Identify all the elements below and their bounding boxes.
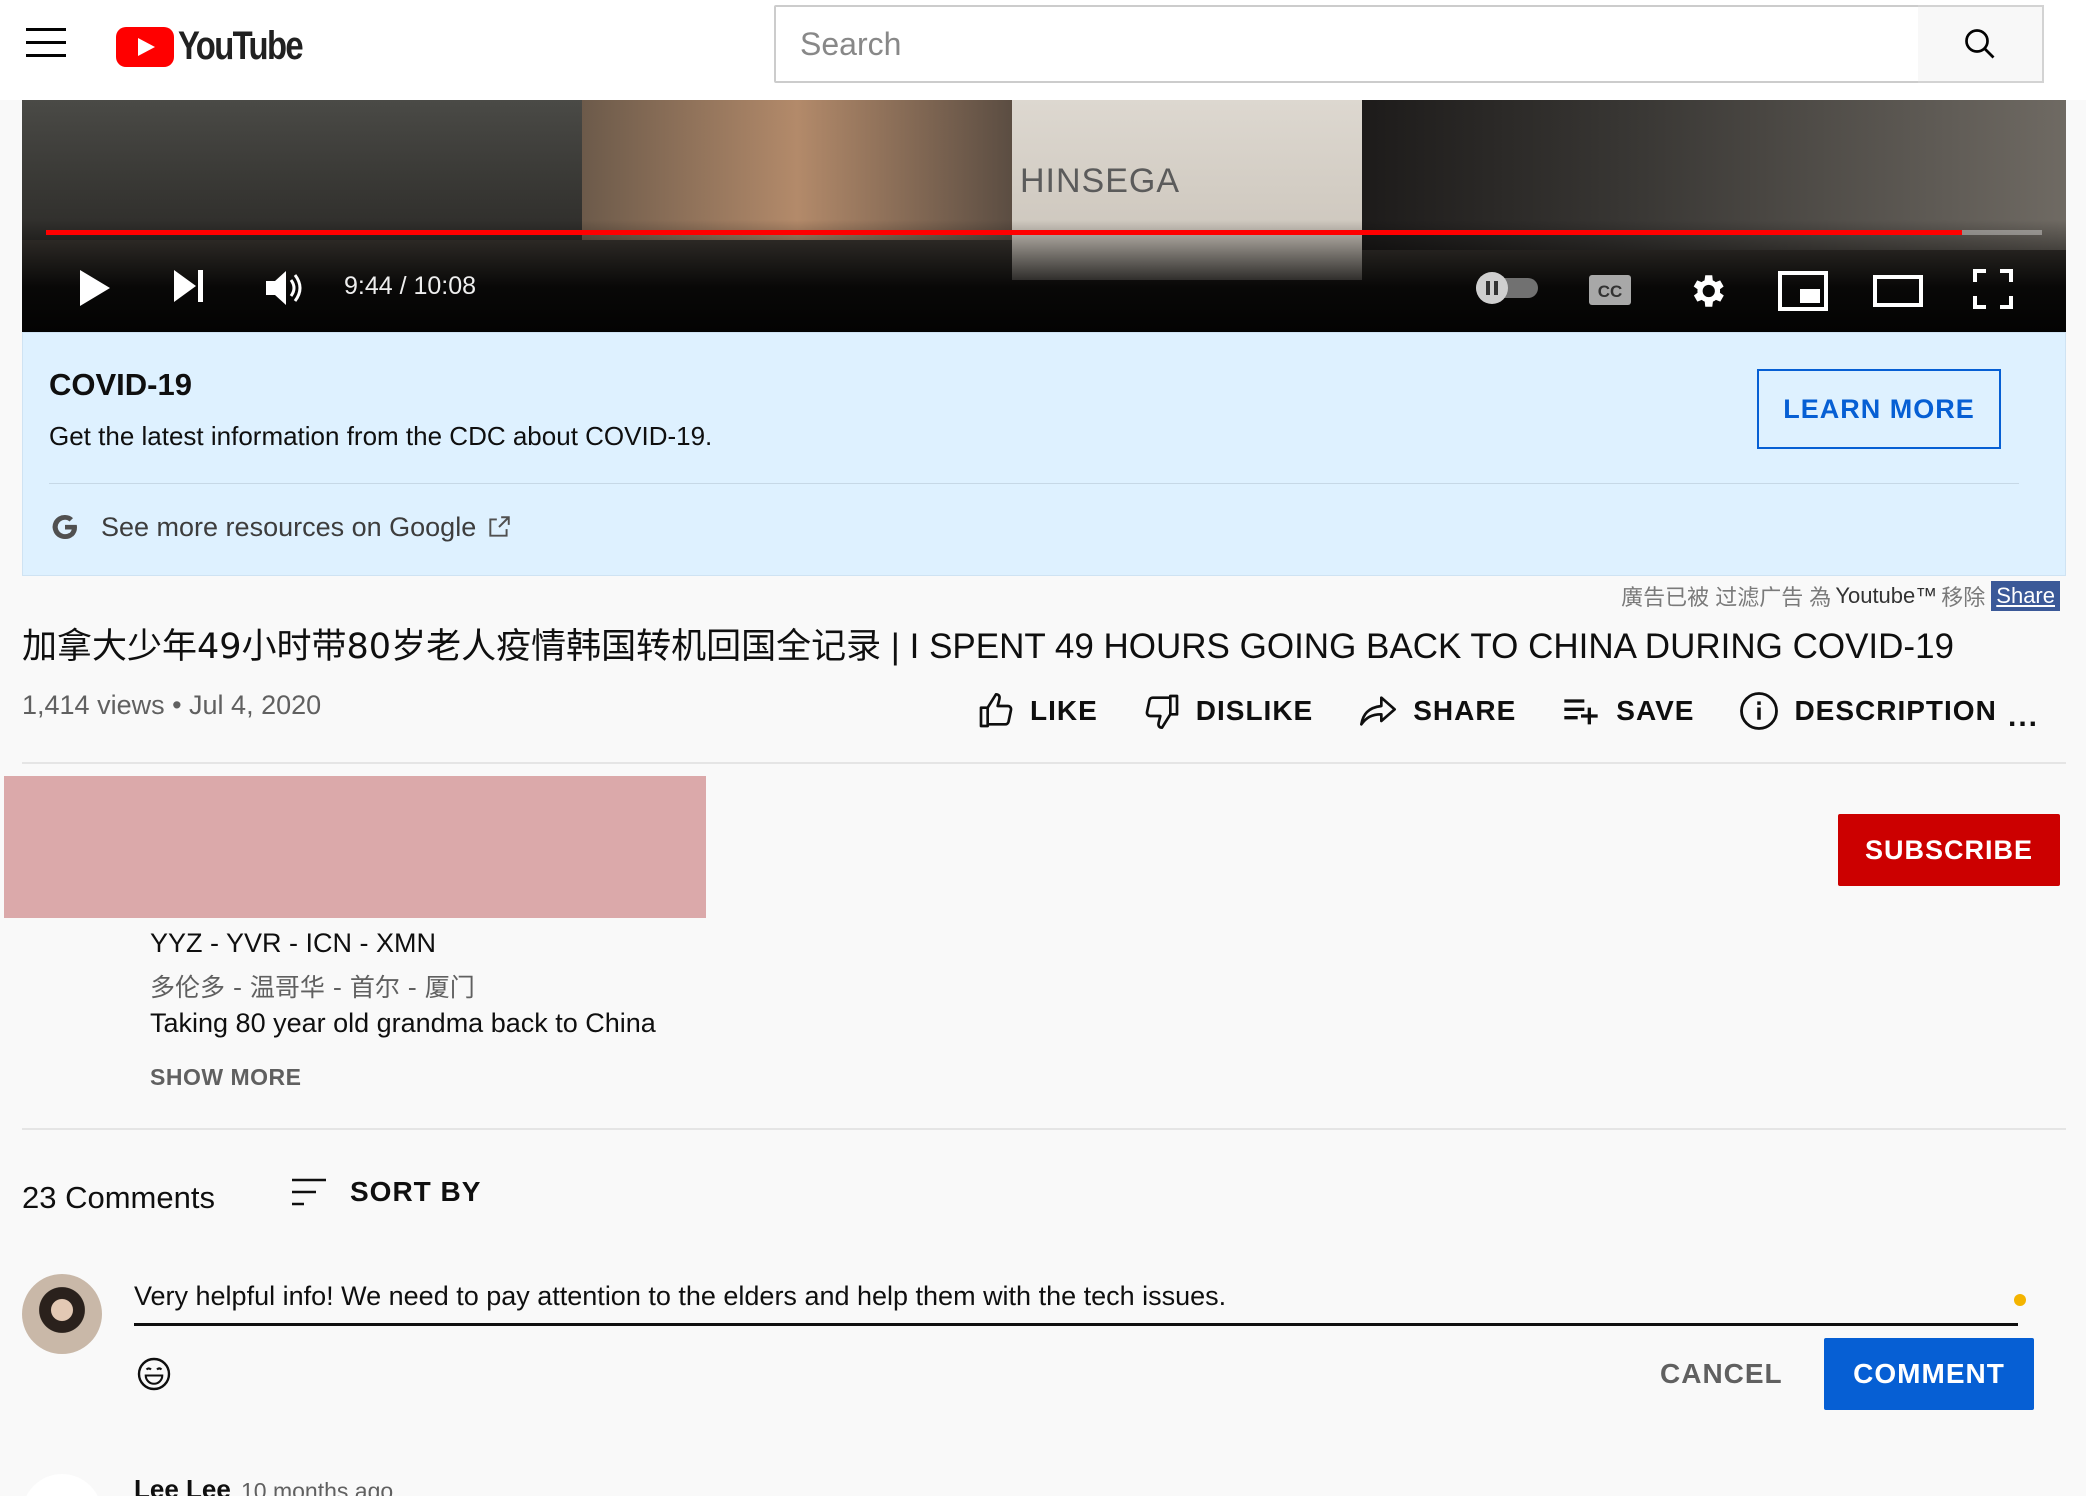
- logo-text: YouTube: [178, 24, 304, 68]
- share-button[interactable]: SHARE: [1357, 691, 1516, 731]
- search-button[interactable]: [1918, 5, 2044, 83]
- info-icon: [1740, 692, 1779, 730]
- next-icon[interactable]: [172, 268, 206, 304]
- ad-filter-brand: Youtube™: [1835, 583, 1938, 608]
- ad-filter-notice: 廣告已被 过滤广告 為 Youtube™ 移除 Share: [1621, 580, 2060, 612]
- comments-count: 23 Comments: [22, 1180, 215, 1215]
- dislike-button[interactable]: DISLIKE: [1142, 691, 1313, 731]
- divider: [22, 762, 2066, 764]
- like-button[interactable]: LIKE: [976, 691, 1098, 731]
- player-controls: 9:44 / 10:08 CC: [22, 250, 2066, 330]
- theater-mode-icon[interactable]: [1872, 272, 1924, 310]
- video-meta: 1,414 views • Jul 4, 2020: [22, 690, 322, 720]
- share-arrow-icon: [1360, 696, 1397, 726]
- covid-info-panel: COVID-19 Get the latest information from…: [22, 332, 2066, 576]
- redacted-channel-info: [4, 776, 706, 918]
- comment-timestamp[interactable]: 10 months ago: [241, 1478, 393, 1496]
- video-actions: LIKE DISLIKE SHARE SAVE DESCRIPTION: [976, 690, 2041, 732]
- video-frame-text: HINSEGA: [1020, 162, 1181, 200]
- subscribe-button[interactable]: SUBSCRIBE: [1838, 814, 2060, 886]
- emoji-icon[interactable]: [136, 1356, 172, 1392]
- fullscreen-icon[interactable]: [1972, 268, 2014, 310]
- miniplayer-icon[interactable]: [1778, 270, 1828, 312]
- captions-icon[interactable]: CC: [1588, 274, 1632, 306]
- learn-more-button[interactable]: LEARN MORE: [1757, 369, 2001, 449]
- progress-fill: [46, 230, 1963, 235]
- save-button[interactable]: SAVE: [1560, 691, 1694, 731]
- comment-input[interactable]: [134, 1270, 2018, 1326]
- description-label: DESCRIPTION: [1794, 695, 1997, 726]
- video-frame-part: [22, 100, 582, 240]
- svg-text:CC: CC: [1598, 282, 1623, 301]
- video-player[interactable]: HINSEGA 9:44 / 10:08 CC: [22, 100, 2066, 332]
- google-g-icon: [52, 514, 78, 540]
- masthead: YouTube: [0, 0, 2086, 100]
- youtube-logo[interactable]: YouTube: [116, 24, 329, 69]
- divider: [22, 1128, 2066, 1130]
- volume-icon[interactable]: [264, 268, 306, 308]
- sort-by-label: SORT BY: [350, 1176, 482, 1207]
- commenter-avatar[interactable]: [22, 1474, 102, 1496]
- google-resources-link[interactable]: See more resources on Google: [49, 511, 512, 543]
- comment-author[interactable]: Lee Lee: [134, 1474, 231, 1496]
- video-frame-part: [582, 100, 1012, 240]
- description-summary: Taking 80 year old grandma back to China: [150, 1008, 656, 1038]
- video-title-cn: 加拿大少年49小时带80岁老人疫情韩国转机回国全记录: [22, 627, 882, 667]
- search-box: [774, 5, 1920, 83]
- share-label: SHARE: [1413, 695, 1517, 726]
- save-label: SAVE: [1616, 695, 1695, 726]
- progress-bar[interactable]: [46, 230, 2042, 235]
- menu-icon[interactable]: [26, 28, 66, 58]
- description-route: YYZ - YVR - ICN - XMN: [150, 928, 437, 958]
- youtube-play-icon: [116, 26, 174, 67]
- thumbs-down-icon: [1145, 694, 1179, 729]
- comment-button[interactable]: COMMENT: [1824, 1338, 2034, 1410]
- thumbs-up-icon: [979, 693, 1013, 728]
- covid-panel-divider: [49, 483, 2019, 484]
- sort-icon: [292, 1178, 326, 1206]
- video-title: 加拿大少年49小时带80岁老人疫情韩国转机回国全记录 | I SPENT 49 …: [22, 618, 1954, 669]
- more-actions-button[interactable]: ...: [2008, 700, 2039, 734]
- description-button[interactable]: DESCRIPTION: [1738, 690, 1996, 732]
- external-link-icon: [489, 516, 510, 537]
- like-label: LIKE: [1030, 695, 1098, 726]
- google-resources-label: See more resources on Google: [101, 511, 477, 542]
- dislike-label: DISLIKE: [1195, 695, 1314, 726]
- search-icon: [1965, 29, 1995, 59]
- input-status-dot: [2014, 1294, 2026, 1306]
- ad-filter-text-after: 移除: [1941, 585, 1986, 610]
- search-input[interactable]: [776, 7, 1918, 81]
- settings-gear-icon[interactable]: [1686, 270, 1728, 312]
- time-display: 9:44 / 10:08: [344, 272, 477, 300]
- ad-filter-share-link[interactable]: Share: [1991, 581, 2060, 611]
- sort-by-button[interactable]: SORT BY: [290, 1176, 481, 1208]
- video-title-en: | I SPENT 49 HOURS GOING BACK TO CHINA D…: [881, 627, 1955, 666]
- add-to-playlist-icon: [1564, 699, 1598, 725]
- play-icon[interactable]: [78, 268, 112, 308]
- cancel-button[interactable]: CANCEL: [1640, 1338, 1803, 1410]
- ad-filter-text: 廣告已被 过滤广告 為: [1621, 585, 1832, 610]
- description-route-cn: 多伦多 - 温哥华 - 首尔 - 厦门: [150, 973, 475, 1002]
- covid-panel-description: Get the latest information from the CDC …: [49, 421, 713, 451]
- show-more-link[interactable]: SHOW MORE: [150, 1064, 301, 1091]
- covid-panel-title: COVID-19: [49, 367, 192, 402]
- user-avatar: [22, 1274, 102, 1354]
- autoplay-toggle-icon[interactable]: [1472, 270, 1542, 306]
